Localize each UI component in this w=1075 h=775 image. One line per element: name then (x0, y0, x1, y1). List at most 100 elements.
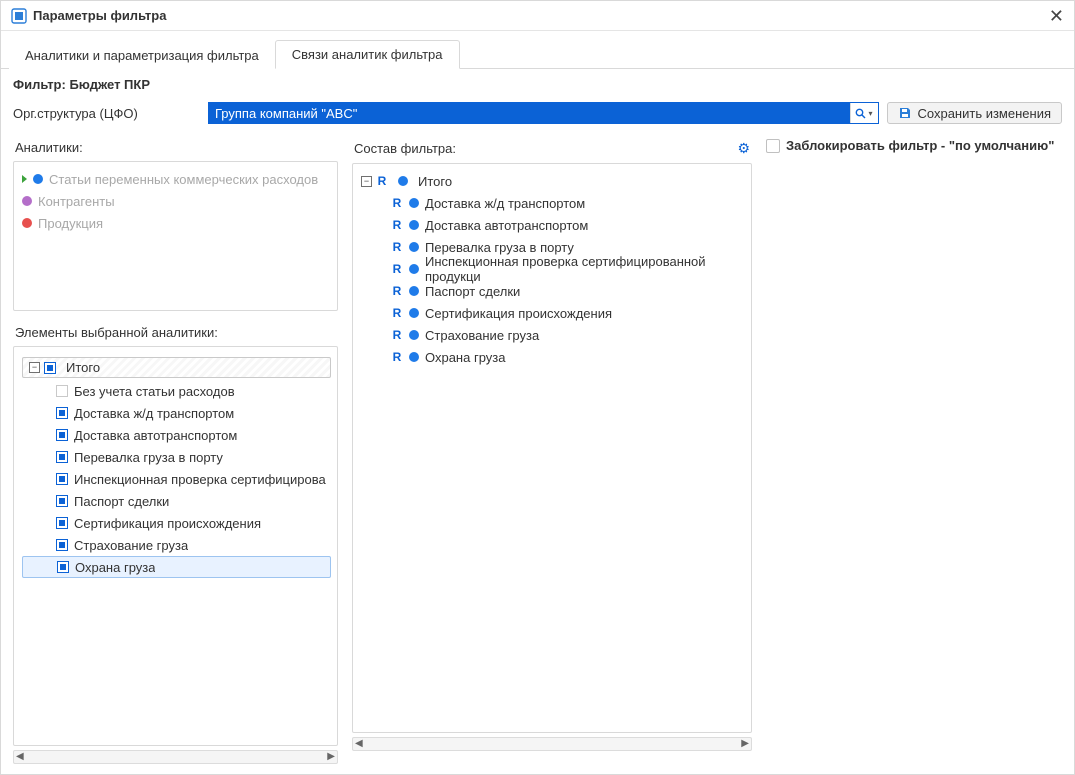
save-button[interactable]: Сохранить изменения (887, 102, 1063, 124)
r-badge-icon: R (391, 218, 403, 232)
save-button-label: Сохранить изменения (918, 106, 1052, 121)
scroll-right-icon[interactable]: ▶ (325, 752, 337, 762)
sostav-panel-title: Состав фильтра: (354, 141, 456, 156)
dot-icon (409, 198, 419, 208)
elements-total-row[interactable]: − Итого (22, 357, 331, 378)
sostav-item-label: Страхование груза (425, 328, 539, 343)
lock-filter-label: Заблокировать фильтр - "по умолчанию" (786, 138, 1054, 153)
elements-item-label: Инспекционная проверка сертифицирова (74, 472, 326, 487)
elements-item[interactable]: Доставка автотранспортом (22, 424, 331, 446)
app-icon (11, 8, 27, 24)
checkbox-icon[interactable] (56, 473, 68, 485)
r-badge-icon: R (391, 284, 403, 298)
checkbox-icon[interactable] (44, 362, 56, 374)
tab-links[interactable]: Связи аналитик фильтра (275, 40, 460, 69)
elements-item-label: Перевалка груза в порту (74, 450, 223, 465)
dot-icon (409, 286, 419, 296)
sostav-item-label: Доставка автотранспортом (425, 218, 588, 233)
scroll-left-icon[interactable]: ◀ (14, 752, 26, 762)
sostav-root-label: Итого (418, 174, 452, 189)
elements-item[interactable]: Страхование груза (22, 534, 331, 556)
sostav-item-label: Инспекционная проверка сертифицированной… (425, 254, 745, 284)
elements-item-label: Страхование груза (74, 538, 188, 553)
sostav-root-row[interactable]: − R Итого (361, 170, 745, 192)
analytics-item-label: Продукция (38, 216, 103, 231)
checkbox-icon[interactable] (56, 385, 68, 397)
dot-icon (409, 308, 419, 318)
elements-item-label: Паспорт сделки (74, 494, 169, 509)
tabbar: Аналитики и параметризация фильтра Связи… (1, 31, 1074, 69)
analytics-panel-title: Аналитики: (13, 136, 338, 161)
r-badge-icon: R (376, 174, 388, 188)
save-icon (898, 106, 912, 120)
elements-item-label: Сертификация происхождения (74, 516, 261, 531)
r-badge-icon: R (391, 240, 403, 254)
checkbox-icon[interactable] (56, 429, 68, 441)
gear-icon[interactable]: ⚙ (737, 140, 750, 157)
elements-item[interactable]: Инспекционная проверка сертифицирова (22, 468, 331, 490)
filter-label: Фильтр: Бюджет ПКР (1, 69, 1074, 102)
lock-filter-checkbox[interactable] (766, 139, 780, 153)
elements-item[interactable]: Доставка ж/д транспортом (22, 402, 331, 424)
checkbox-icon[interactable] (57, 561, 69, 573)
dot-icon (33, 174, 43, 184)
sostav-tree: − R Итого RДоставка ж/д транспортомRДост… (352, 163, 752, 733)
checkbox-icon[interactable] (56, 451, 68, 463)
checkbox-icon[interactable] (56, 539, 68, 551)
dot-icon (409, 352, 419, 362)
elements-item[interactable]: Охрана груза (22, 556, 331, 578)
elements-item-label: Охрана груза (75, 560, 155, 575)
sostav-hscroll[interactable]: ◀ ▶ (352, 737, 752, 751)
dot-icon (409, 242, 419, 252)
dot-icon (409, 264, 419, 274)
tab-analytics[interactable]: Аналитики и параметризация фильтра (9, 42, 275, 69)
scroll-right-icon[interactable]: ▶ (739, 739, 751, 749)
elements-item-label: Без учета статьи расходов (74, 384, 235, 399)
checkbox-icon[interactable] (56, 517, 68, 529)
elements-item[interactable]: Без учета статьи расходов (22, 380, 331, 402)
sostav-item-label: Сертификация происхождения (425, 306, 612, 321)
sostav-item[interactable]: R Охрана груза (361, 346, 745, 368)
analytics-item[interactable]: Статьи переменных коммерческих расходов (22, 168, 331, 190)
orgstruct-value: Группа компаний "ABC" (209, 103, 850, 123)
elements-item-label: Доставка ж/д транспортом (74, 406, 234, 421)
sostav-item-label: Охрана груза (425, 350, 505, 365)
elements-hscroll[interactable]: ◀ ▶ (13, 750, 338, 764)
sostav-item[interactable]: R Доставка автотранспортом (361, 214, 745, 236)
sostav-item[interactable]: RИнспекционная проверка сертифицированно… (361, 258, 745, 280)
r-badge-icon: R (391, 262, 403, 276)
sostav-item[interactable]: RДоставка ж/д транспортом (361, 192, 745, 214)
collapse-icon[interactable]: − (361, 176, 372, 187)
elements-item-label: Доставка автотранспортом (74, 428, 237, 443)
orgstruct-select[interactable]: Группа компаний "ABC" ▾ (208, 102, 879, 124)
close-button[interactable]: ✕ (1049, 7, 1064, 25)
elements-item[interactable]: Паспорт сделки (22, 490, 331, 512)
analytics-item-label: Контрагенты (38, 194, 115, 209)
analytics-item[interactable]: Контрагенты (22, 190, 331, 212)
arrow-icon (22, 175, 27, 183)
r-badge-icon: R (391, 328, 403, 342)
sostav-item-label: Паспорт сделки (425, 284, 520, 299)
checkbox-icon[interactable] (56, 495, 68, 507)
r-badge-icon: R (391, 306, 403, 320)
orgstruct-search-button[interactable]: ▾ (850, 103, 878, 123)
dot-icon (409, 220, 419, 230)
dot-icon (22, 196, 32, 206)
scroll-left-icon[interactable]: ◀ (353, 739, 365, 749)
orgstruct-label: Орг.структура (ЦФО) (13, 106, 208, 121)
window-title: Параметры фильтра (33, 8, 1049, 23)
elements-item[interactable]: Сертификация происхождения (22, 512, 331, 534)
analytics-list: Статьи переменных коммерческих расходов … (13, 161, 338, 311)
analytics-item-label: Статьи переменных коммерческих расходов (49, 172, 318, 187)
dot-icon (398, 176, 408, 186)
r-badge-icon: R (391, 196, 403, 210)
analytics-item[interactable]: Продукция (22, 212, 331, 234)
elements-item[interactable]: Перевалка груза в порту (22, 446, 331, 468)
sostav-item[interactable]: R Страхование груза (361, 324, 745, 346)
r-badge-icon: R (391, 350, 403, 364)
sostav-item[interactable]: R Сертификация происхождения (361, 302, 745, 324)
collapse-icon[interactable]: − (29, 362, 40, 373)
elements-panel-title: Элементы выбранной аналитики: (13, 321, 338, 346)
sostav-item-label: Перевалка груза в порту (425, 240, 574, 255)
checkbox-icon[interactable] (56, 407, 68, 419)
